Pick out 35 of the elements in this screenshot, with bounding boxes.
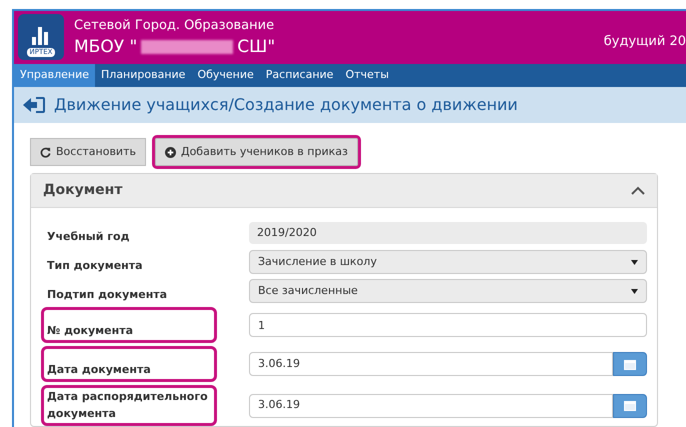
- chevron-icon[interactable]: [631, 186, 645, 195]
- back-icon: [22, 96, 46, 114]
- period-label: будущий 20: [604, 33, 686, 52]
- panel-title: Документ: [43, 181, 122, 200]
- school-name: СШ": [237, 36, 276, 58]
- calendar-icon: [624, 358, 636, 370]
- field-label: Тип документа: [46, 258, 144, 274]
- date-field[interactable]: 3.06.19: [249, 394, 613, 418]
- input-field[interactable]: 1: [249, 313, 647, 337]
- page-title: Движение учащихся/Создание документа о движении: [54, 94, 518, 116]
- caret-icon: [631, 288, 638, 294]
- nav-tab[interactable]: Обучение: [191, 64, 260, 88]
- app-title: Сетевой Город. Образование: [74, 16, 276, 34]
- dropdown[interactable]: Зачисление в школу: [249, 250, 647, 274]
- calendar-button[interactable]: [613, 394, 647, 418]
- readonly-field: 2019/2020: [249, 222, 647, 244]
- nav-tab[interactable]: Расписание: [260, 64, 340, 88]
- field-label: Подтип документа: [46, 286, 168, 302]
- field-label: Дата документа: [41, 346, 217, 382]
- school-name: МБОУ ": [74, 36, 138, 58]
- add-button[interactable]: Добавить учеников в приказ: [154, 138, 358, 166]
- calendar-button[interactable]: [613, 352, 647, 376]
- restore-button[interactable]: Восстановить: [30, 138, 146, 166]
- caret-icon: [631, 260, 638, 264]
- field-label: Учебный год: [46, 228, 130, 244]
- nav-tab[interactable]: Управление: [14, 64, 96, 88]
- dropdown[interactable]: Все зачисленные: [249, 279, 647, 303]
- field-label: № документа: [41, 307, 217, 343]
- date-field[interactable]: 3.06.19: [249, 352, 613, 376]
- add-icon: [164, 146, 176, 158]
- field-label: Дата распорядительного документа: [41, 385, 217, 426]
- nav-tab[interactable]: Отчеты: [339, 64, 395, 88]
- calendar-icon: [624, 400, 636, 411]
- nav-tab[interactable]: Планирование: [95, 64, 192, 88]
- refresh-icon: [40, 146, 51, 158]
